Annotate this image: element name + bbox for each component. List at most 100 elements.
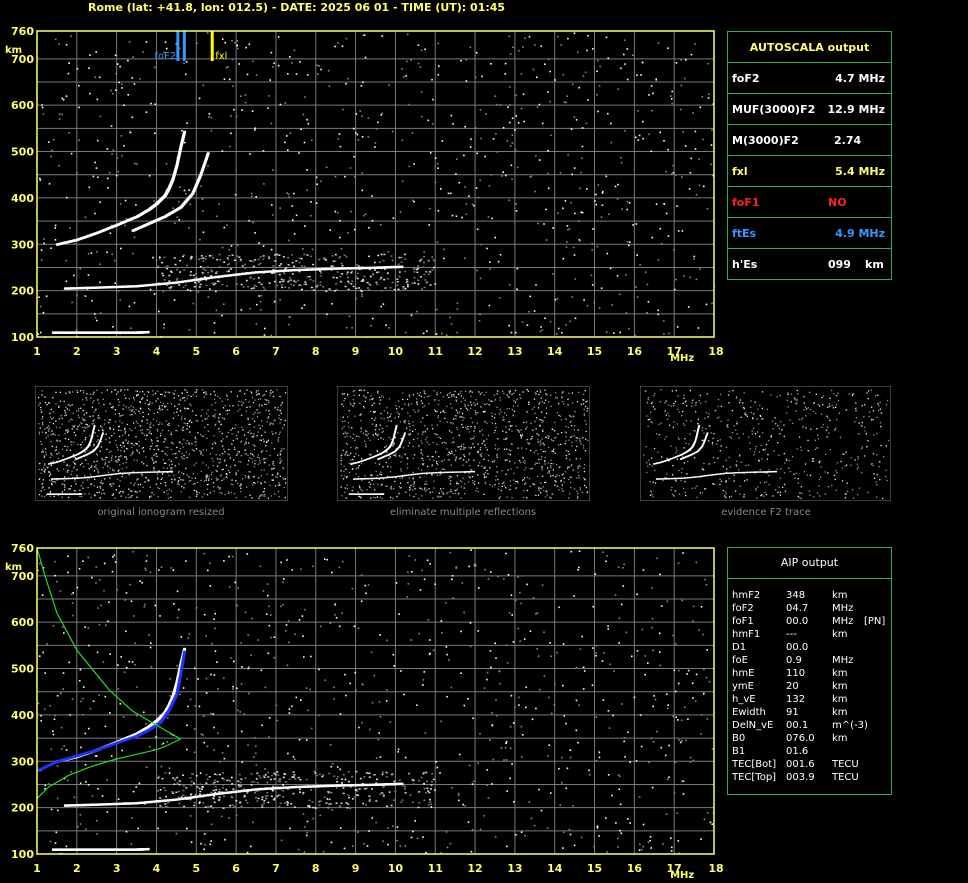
thumb-trace-point xyxy=(441,471,444,474)
thumb-dot xyxy=(809,494,811,496)
thumb-dot xyxy=(475,413,477,416)
thumb-dot xyxy=(378,396,381,399)
noise-dot xyxy=(689,172,692,174)
noise-dot xyxy=(120,135,123,137)
noise-dot xyxy=(449,192,452,195)
thumb-dot xyxy=(495,479,497,481)
noise-dot xyxy=(295,260,298,262)
thumb-dot xyxy=(47,435,49,437)
thumb-dot xyxy=(541,438,543,440)
thumb-dot xyxy=(43,489,46,491)
marker-label-fxl: fxl xyxy=(215,51,227,62)
noise-dot xyxy=(228,78,231,81)
thumb-dot xyxy=(551,428,553,430)
thumb-dot xyxy=(132,406,135,408)
thumb-dot xyxy=(367,433,369,435)
noise-dot xyxy=(571,173,573,176)
noise-dot xyxy=(244,263,246,266)
noise-dot xyxy=(639,264,641,266)
noise-dot xyxy=(309,255,312,258)
thumb-dot xyxy=(577,429,579,431)
noise-dot xyxy=(479,313,482,316)
noise-dot xyxy=(590,274,593,277)
thumb-dot xyxy=(479,446,482,449)
thumb-dot xyxy=(483,440,485,442)
trace-point xyxy=(240,272,244,276)
thumb-dot xyxy=(447,491,449,493)
thumb-dot xyxy=(179,399,182,401)
noise-dot xyxy=(484,155,486,158)
thumb-dot xyxy=(256,435,258,437)
noise-dot xyxy=(586,188,588,190)
thumb-dot xyxy=(550,438,553,440)
thumb-dot xyxy=(364,440,366,442)
noise-dot xyxy=(697,327,700,329)
thumb-dot xyxy=(537,407,540,409)
thumb-dot xyxy=(360,431,362,433)
noise-dot xyxy=(218,203,220,206)
thumb-dot xyxy=(521,433,524,435)
noise-dot xyxy=(236,40,238,42)
noise-dot xyxy=(634,334,637,337)
thumb-dot xyxy=(409,423,411,425)
noise-dot xyxy=(231,254,234,256)
thumb-dot xyxy=(229,466,232,468)
thumb-dot xyxy=(571,435,573,437)
thumb-dot xyxy=(98,491,100,493)
thumb-dot xyxy=(52,433,54,435)
thumb-dot xyxy=(428,395,430,397)
thumb-dot xyxy=(532,429,534,431)
noise-dot xyxy=(681,176,683,178)
thumb-dot xyxy=(191,443,193,445)
trace-point xyxy=(101,286,105,289)
thumb-dot xyxy=(404,491,407,493)
thumb-dot xyxy=(534,412,536,415)
thumb-dot xyxy=(122,414,124,416)
thumb-dot xyxy=(446,394,448,396)
thumb-dot xyxy=(194,441,196,443)
thumb-dot xyxy=(232,439,235,442)
noise-dot xyxy=(406,280,409,283)
noise-dot xyxy=(511,134,514,136)
noise-dot xyxy=(357,265,360,267)
thumb-dot xyxy=(520,429,522,431)
thumb-dot xyxy=(417,437,419,439)
thumb-trace-point xyxy=(73,477,75,480)
noise-dot xyxy=(255,74,258,76)
noise-dot xyxy=(584,71,587,74)
thumb-dot xyxy=(726,468,728,470)
noise-dot xyxy=(288,196,290,198)
thumb-dot xyxy=(422,417,424,419)
thumb-dot xyxy=(485,476,487,478)
noise-dot xyxy=(481,75,483,78)
thumb-dot xyxy=(358,465,360,467)
thumb-dot xyxy=(120,390,122,392)
noise-dot xyxy=(387,251,390,253)
thumb-dot xyxy=(131,410,133,412)
noise-dot xyxy=(599,65,601,68)
thumb-dot xyxy=(144,481,146,483)
thumb-dot xyxy=(539,424,541,426)
noise-dot xyxy=(360,85,363,87)
noise-dot xyxy=(245,46,247,49)
noise-dot xyxy=(372,273,375,275)
thumb-dot xyxy=(163,462,166,464)
thumb-dot xyxy=(217,395,219,398)
thumb-dot xyxy=(267,439,269,441)
noise-dot xyxy=(422,332,425,335)
thumb-dot xyxy=(63,461,65,463)
thumb-dot xyxy=(105,410,107,412)
thumb-dot xyxy=(202,454,204,456)
thumb-dot xyxy=(122,462,124,465)
noise-dot xyxy=(200,255,203,257)
noise-dot xyxy=(347,232,349,234)
thumb-dot xyxy=(65,414,67,416)
trace-point xyxy=(169,281,173,285)
thumb-dot xyxy=(165,405,167,407)
noise-dot xyxy=(283,279,286,281)
thumb-dot xyxy=(436,410,438,413)
noise-dot xyxy=(613,332,615,334)
thumb-dot xyxy=(571,392,574,394)
noise-dot xyxy=(211,270,214,273)
thumb-dot xyxy=(584,405,587,408)
